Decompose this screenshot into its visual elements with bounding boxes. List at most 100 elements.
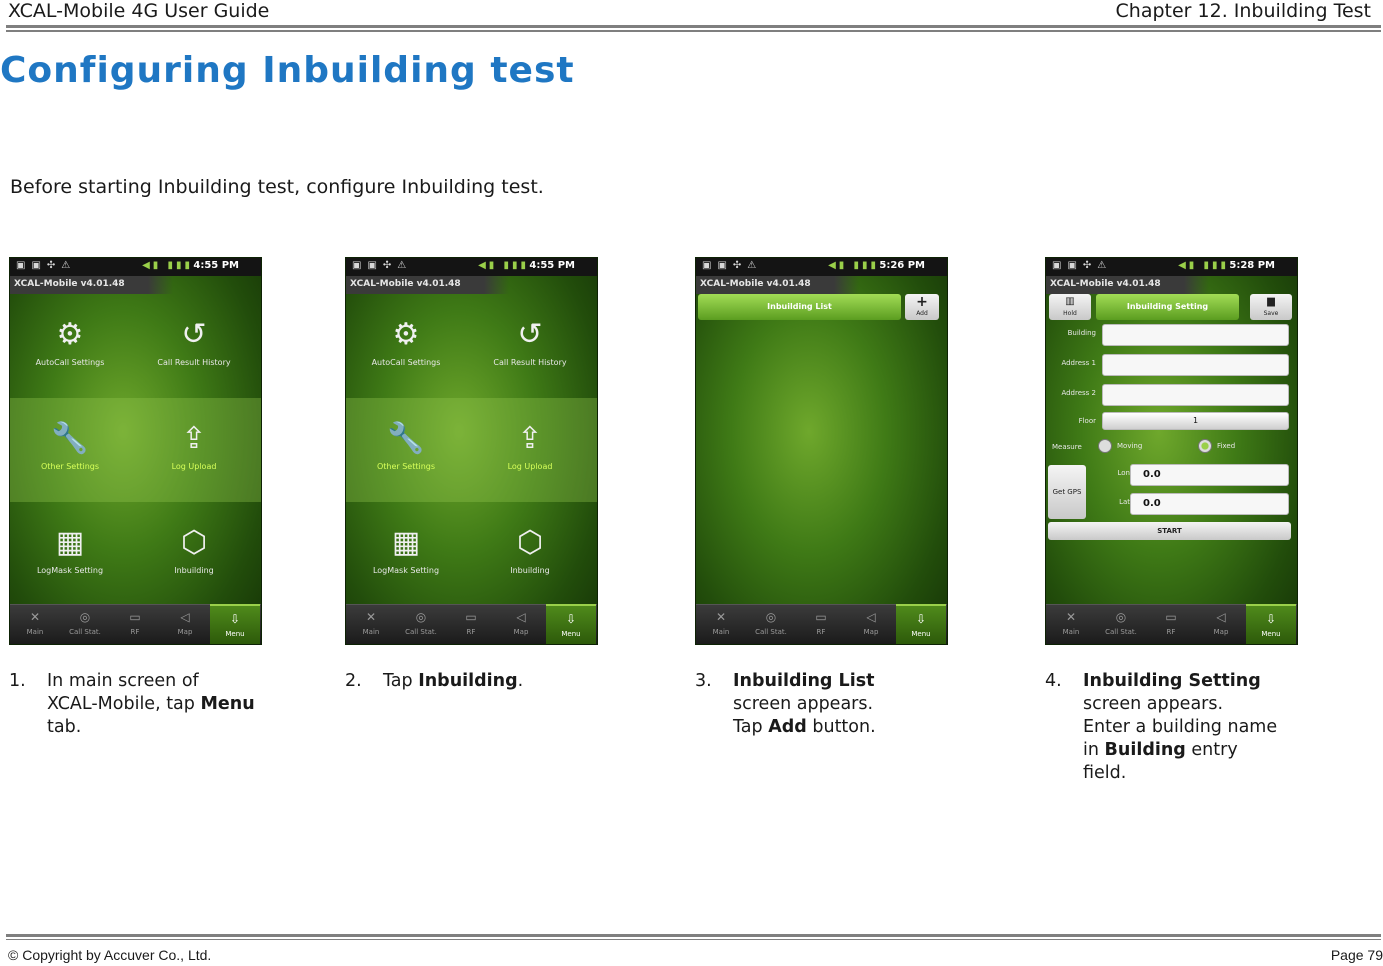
tab-label: Main: [1062, 628, 1080, 636]
status-bar: ▣▣✣⚠ ◀▮ ▮▮▮ 5:28 PM: [1046, 258, 1297, 276]
tab-map[interactable]: ◁ Map: [496, 604, 546, 644]
menu-icon: ⇩: [229, 612, 241, 626]
menu-label: LogMask Setting: [372, 566, 440, 575]
step-line: in: [1083, 740, 1105, 760]
tab-menu[interactable]: ⇩ Menu: [210, 604, 260, 644]
map-icon: ◁: [866, 610, 876, 624]
save-button[interactable]: ▆ Save: [1250, 294, 1292, 320]
tab-label: Map: [177, 628, 193, 636]
tab-call-stat[interactable]: ◎ Call Stat.: [746, 604, 796, 644]
step-text: Inbuilding Setting screen appears. Enter…: [1083, 670, 1277, 785]
screenshot-main-menu: ▣▣✣⚠ ◀▮ ▮▮▮ 4:55 PM XCAL-Mobile v4.01.48…: [9, 257, 262, 645]
step-line: entry: [1185, 740, 1238, 760]
tab-rf[interactable]: ▭ RF: [796, 604, 846, 644]
inbuilding-setting-header: ▥ Hold Inbuilding Setting ▆ Save: [1046, 294, 1297, 320]
step-line: In main screen of: [47, 671, 199, 691]
menu-other-settings[interactable]: 🔧 Other Settings: [346, 420, 466, 471]
menu-call-result-history[interactable]: ↺ Call Result History: [134, 316, 254, 367]
notification-icons: ▣▣✣⚠: [702, 260, 763, 271]
step-line: screen appears.: [733, 694, 874, 714]
menu-log-upload[interactable]: ⇪ Log Upload: [134, 420, 254, 471]
step-text: In main screen of XCAL-Mobile, tap Menu …: [47, 670, 255, 739]
signal-icon: ◀▮ ▮▮▮: [478, 260, 529, 271]
menu-row: 🔧 Other Settings ⇪ Log Upload: [10, 398, 261, 502]
cubes-icon: ⬡: [180, 525, 208, 560]
wrench-icon: 🔧: [51, 421, 89, 456]
hold-button[interactable]: ▥ Hold: [1049, 294, 1091, 320]
building-field[interactable]: [1102, 324, 1289, 346]
menu-row: ⚙ AutoCall Settings ↺ Call Result Histor…: [10, 294, 261, 398]
history-icon: ↺: [181, 317, 207, 352]
menu-autocall-settings[interactable]: ⚙ AutoCall Settings: [10, 316, 130, 367]
tab-call-stat[interactable]: ◎ Call Stat.: [396, 604, 446, 644]
tab-label: Menu: [911, 630, 931, 638]
status-bar: ▣▣✣⚠ ◀▮ ▮▮▮ 4:55 PM: [346, 258, 597, 276]
lat-row: Lat 0.0: [1046, 493, 1297, 515]
tab-map[interactable]: ◁ Map: [846, 604, 896, 644]
fixed-label: Fixed: [1217, 442, 1236, 450]
add-button[interactable]: + Add: [905, 294, 939, 320]
tab-map[interactable]: ◁ Map: [1196, 604, 1246, 644]
rf-icon: ▭: [129, 610, 141, 624]
lat-field[interactable]: 0.0: [1130, 493, 1289, 515]
address1-label: Address 1: [1061, 359, 1096, 367]
menu-label: Call Result History: [493, 358, 567, 367]
tab-rf[interactable]: ▭ RF: [446, 604, 496, 644]
step-line: .: [517, 671, 524, 691]
measure-label: Measure: [1052, 443, 1082, 451]
menu-logmask-setting[interactable]: ▦ LogMask Setting: [346, 524, 466, 575]
address2-label: Address 2: [1061, 389, 1096, 397]
floor-spinner[interactable]: 1: [1102, 412, 1289, 430]
tab-bar: ✕ Main ◎ Call Stat. ▭ RF ◁ Map ⇩ Menu: [10, 604, 261, 644]
guide-title: XCAL-Mobile 4G User Guide: [8, 0, 270, 22]
menu-row: 🔧 Other Settings ⇪ Log Upload: [346, 398, 597, 502]
menu-inbuilding[interactable]: ⬡ Inbuilding: [134, 524, 254, 575]
tab-main[interactable]: ✕ Main: [1046, 604, 1096, 644]
step-line: XCAL-Mobile, tap: [47, 694, 201, 714]
tab-menu[interactable]: ⇩ Menu: [896, 604, 946, 644]
step-number: 1.: [9, 671, 26, 691]
plus-icon: +: [916, 294, 928, 310]
menu-other-settings[interactable]: 🔧 Other Settings: [10, 420, 130, 471]
rf-icon: ▭: [1165, 610, 1177, 624]
tab-call-stat[interactable]: ◎ Call Stat.: [1096, 604, 1146, 644]
screenshot-tap-inbuilding: ▣▣✣⚠ ◀▮ ▮▮▮ 4:55 PM XCAL-Mobile v4.01.48…: [345, 257, 598, 645]
tab-label: RF: [130, 628, 140, 636]
tab-menu[interactable]: ⇩ Menu: [546, 604, 596, 644]
step-bold: Inbuilding List: [733, 671, 875, 691]
tab-label: Main: [712, 628, 730, 636]
clock: 5:26 PM: [879, 260, 925, 271]
tab-label: Call Stat.: [1105, 628, 1137, 636]
start-button[interactable]: START: [1048, 522, 1291, 540]
tab-label: Map: [1213, 628, 1229, 636]
menu-logmask-setting[interactable]: ▦ LogMask Setting: [10, 524, 130, 575]
step-bold: Menu: [200, 694, 255, 714]
menu-inbuilding[interactable]: ⬡ Inbuilding: [470, 524, 590, 575]
signal-icon: ◀▮ ▮▮▮: [142, 260, 193, 271]
tab-label: Menu: [561, 630, 581, 638]
tab-main[interactable]: ✕ Main: [10, 604, 60, 644]
moving-radio[interactable]: Moving: [1098, 439, 1142, 453]
address1-field[interactable]: [1102, 354, 1289, 376]
menu-grid: ⚙ AutoCall Settings ↺ Call Result Histor…: [10, 294, 261, 606]
tab-map[interactable]: ◁ Map: [160, 604, 210, 644]
tab-rf[interactable]: ▭ RF: [110, 604, 160, 644]
lon-field[interactable]: 0.0: [1130, 464, 1289, 486]
tab-menu[interactable]: ⇩ Menu: [1246, 604, 1296, 644]
menu-autocall-settings[interactable]: ⚙ AutoCall Settings: [346, 316, 466, 367]
menu-icon: ⇩: [565, 612, 577, 626]
save-icon: ▆: [1267, 296, 1275, 307]
tab-call-stat[interactable]: ◎ Call Stat.: [60, 604, 110, 644]
tab-main[interactable]: ✕ Main: [696, 604, 746, 644]
step-line: Tap: [383, 671, 419, 691]
tab-main[interactable]: ✕ Main: [346, 604, 396, 644]
address2-field[interactable]: [1102, 384, 1289, 406]
tab-rf[interactable]: ▭ RF: [1146, 604, 1196, 644]
menu-row: ⚙ AutoCall Settings ↺ Call Result Histor…: [346, 294, 597, 398]
menu-call-result-history[interactable]: ↺ Call Result History: [470, 316, 590, 367]
fixed-radio[interactable]: Fixed: [1198, 439, 1235, 453]
step-line: Enter a building name: [1083, 717, 1278, 737]
menu-log-upload[interactable]: ⇪ Log Upload: [470, 420, 590, 471]
section-title: Configuring Inbuilding test: [0, 50, 575, 91]
lon-label: Lon: [1117, 469, 1131, 477]
